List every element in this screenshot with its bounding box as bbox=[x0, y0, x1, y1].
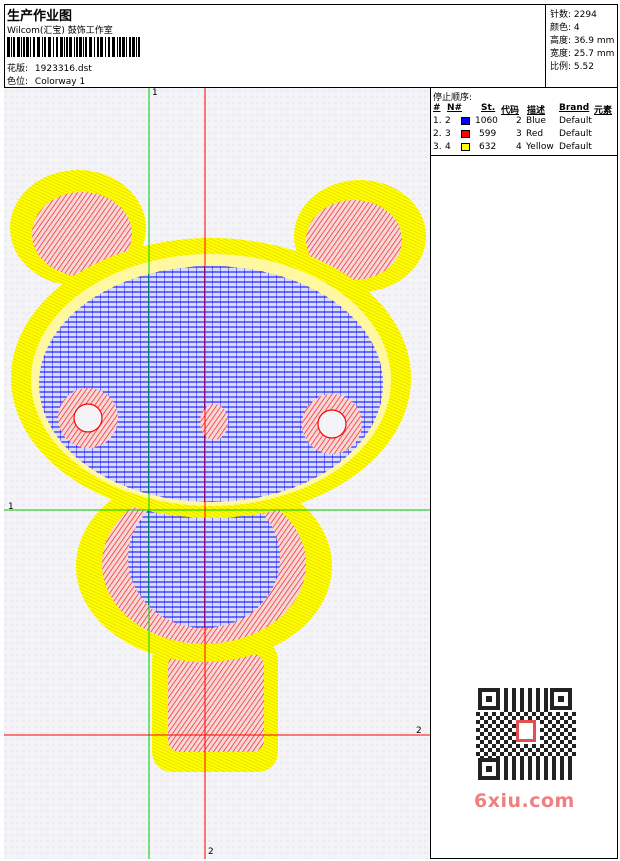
colorway-row: 色位: Colorway 1 bbox=[7, 74, 85, 87]
stat-scale: 比例: 5.52 bbox=[550, 59, 594, 72]
color-swatch-yellow bbox=[461, 143, 470, 151]
axis-label-v2: 2 bbox=[208, 847, 214, 857]
row-description: Blue bbox=[526, 116, 546, 126]
row-stitches: 1060 bbox=[475, 116, 498, 126]
col-header-stitches: St. bbox=[481, 103, 496, 113]
design-file-row: 花版: 1923316.dst bbox=[7, 61, 92, 74]
right-eye bbox=[302, 394, 362, 454]
company-name: Wilcom(汇宝) 鼓饰工作室 bbox=[7, 26, 113, 36]
embroidery-preview[interactable]: 1 1 2 2 bbox=[4, 88, 430, 859]
color-swatch-red bbox=[461, 130, 470, 138]
row-description: Red bbox=[526, 129, 544, 139]
col-header-brand: Brand bbox=[559, 103, 590, 113]
stat-colors: 颜色: 4 bbox=[550, 20, 580, 33]
col-header-code: 代码 bbox=[501, 106, 520, 116]
stat-label: 宽度: bbox=[550, 49, 572, 59]
row-index: 3. bbox=[433, 142, 442, 152]
axis-label-v1: 1 bbox=[152, 88, 158, 98]
stat-value: 5.52 bbox=[573, 62, 594, 72]
embroidery-canvas bbox=[4, 88, 430, 859]
qr-code-image bbox=[472, 684, 578, 784]
stat-height: 高度: 36.9 mm bbox=[550, 33, 614, 46]
left-eye bbox=[58, 388, 118, 448]
row-needle: 2 bbox=[445, 116, 451, 126]
row-brand: Default bbox=[559, 116, 592, 126]
row-needle: 3 bbox=[445, 129, 451, 139]
row-code: 4 bbox=[516, 142, 522, 152]
stat-label: 比例: bbox=[550, 62, 572, 72]
barcode-image bbox=[7, 37, 140, 57]
row-stitches: 632 bbox=[479, 142, 497, 152]
row-index: 1. bbox=[433, 116, 442, 126]
col-header-element: 元素 bbox=[594, 106, 613, 116]
color-swatch-blue bbox=[461, 117, 470, 125]
row-description: Yellow bbox=[526, 142, 554, 152]
row-brand: Default bbox=[559, 129, 592, 139]
row-code: 3 bbox=[516, 129, 522, 139]
stop-sequence-table: 停止顺序: # N# St. 代码 描述 Brand 元素 1. 2 1060 … bbox=[431, 88, 618, 156]
nose bbox=[200, 404, 228, 440]
row-stitches: 599 bbox=[479, 129, 497, 139]
stat-value: 25.7 mm bbox=[573, 49, 615, 59]
design-file-label: 花版: bbox=[7, 64, 29, 74]
watermark-logo: 6xiu.com bbox=[474, 790, 575, 812]
stat-label: 针数: bbox=[550, 10, 572, 20]
row-code: 2 bbox=[516, 116, 522, 126]
bear-head bbox=[11, 238, 411, 518]
axis-label-h2: 2 bbox=[416, 726, 422, 736]
design-file-value: 1923316.dst bbox=[34, 64, 92, 74]
stat-label: 颜色: bbox=[550, 23, 572, 33]
stop-sequence-title: 停止顺序: bbox=[433, 93, 473, 103]
row-index: 2. bbox=[433, 129, 442, 139]
colorway-value: Colorway 1 bbox=[34, 77, 86, 87]
col-header-index: # bbox=[433, 103, 441, 113]
stat-stitches: 针数: 2294 bbox=[550, 7, 597, 20]
row-brand: Default bbox=[559, 142, 592, 152]
col-header-needle: N# bbox=[447, 103, 463, 113]
stat-value: 36.9 mm bbox=[573, 36, 615, 46]
row-needle: 4 bbox=[445, 142, 451, 152]
colorway-label: 色位: bbox=[7, 77, 29, 87]
col-header-description: 描述 bbox=[527, 106, 546, 116]
axis-label-h1: 1 bbox=[8, 502, 14, 512]
stat-width: 宽度: 25.7 mm bbox=[550, 46, 614, 59]
stat-label: 高度: bbox=[550, 36, 572, 46]
page-title: 生产作业图 bbox=[7, 9, 73, 24]
stat-value: 2294 bbox=[573, 10, 597, 20]
stat-value: 4 bbox=[573, 23, 580, 33]
